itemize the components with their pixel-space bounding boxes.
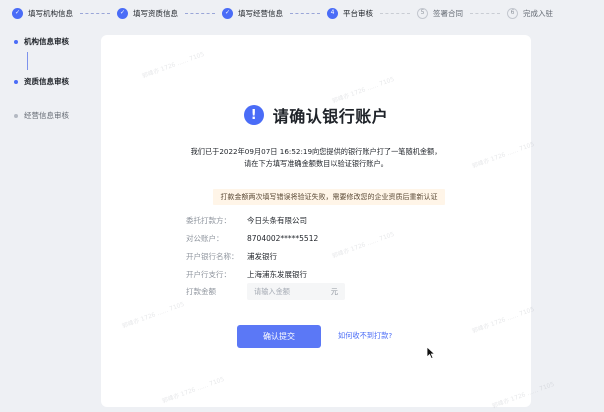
step-number: 6 (507, 7, 518, 19)
amount-input[interactable] (254, 287, 324, 296)
sidebar-item-label: 资质信息审核 (24, 77, 69, 86)
step-label: 填写机构信息 (28, 8, 73, 18)
sidebar-item-institution-review[interactable]: 机构信息审核 (12, 34, 92, 50)
step-complete: 6 完成入驻 (507, 7, 553, 19)
field-label: 对公账户： (186, 234, 224, 243)
sidebar-progress-line (27, 52, 28, 70)
bullet-icon (14, 80, 18, 84)
step-label: 平台审核 (343, 8, 373, 18)
page-title: 请确认银行账户 (272, 107, 389, 126)
sidebar-item-qualification-review[interactable]: 资质信息审核 (12, 74, 92, 90)
step-connector (185, 12, 215, 14)
field-label: 委托打款方： (186, 216, 231, 225)
step-connector (290, 12, 320, 14)
currency-unit: 元 (330, 286, 338, 296)
field-label: 打款金额 (186, 287, 216, 296)
sidebar-item-label: 机构信息审核 (24, 37, 69, 46)
step-label: 填写经营信息 (238, 8, 283, 18)
bank-verify-card: ! 请确认银行账户 我们已于2022年09月07日 16:52:19向您提供的银… (101, 35, 531, 407)
step-platform-review: 4 平台审核 (327, 7, 373, 19)
info-row-payer: 委托打款方： 今日头条有限公司 (186, 212, 318, 230)
step-label: 填写资质信息 (133, 8, 178, 18)
sidebar-item-label: 经营信息审核 (24, 111, 69, 120)
field-value: 上海浦东发展银行 (247, 270, 307, 279)
step-institution-info: ✓ 填写机构信息 (12, 7, 73, 19)
field-label: 开户行支行： (186, 270, 231, 279)
field-label: 开户银行名称： (186, 252, 239, 261)
step-qualification-info: ✓ 填写资质信息 (117, 7, 178, 19)
no-payment-help-link[interactable]: 如何收不到打款? (338, 331, 392, 341)
check-icon: ✓ (12, 7, 23, 19)
bullet-icon (14, 40, 18, 44)
check-icon: ✓ (222, 7, 233, 19)
field-value: 浦发银行 (247, 252, 277, 261)
step-business-info: ✓ 填写经营信息 (222, 7, 283, 19)
sidebar-item-business-review[interactable]: 经营信息审核 (12, 108, 92, 124)
step-number: 4 (327, 7, 338, 19)
field-value: 8704002*****5512 (247, 234, 319, 243)
description-line: 请在下方填写准确金额数目以验证银行账户。 (244, 159, 388, 168)
step-connector (80, 12, 110, 14)
check-icon: ✓ (117, 7, 128, 19)
bullet-icon (14, 114, 18, 118)
step-label: 签署合同 (433, 8, 463, 18)
step-number: 5 (417, 7, 428, 19)
review-sidebar: 机构信息审核 资质信息审核 经营信息审核 (12, 34, 92, 124)
submit-button[interactable]: 确认提交 (237, 325, 321, 348)
warning-notice: 打款金额两次填写错误将验证失败，需要修改您的企业资质后重新认证 (213, 189, 445, 205)
exclamation-icon: ! (243, 105, 264, 125)
step-connector (380, 12, 410, 14)
info-row-account: 对公账户： 8704002*****5512 (186, 230, 318, 248)
amount-row: 打款金额 元 (186, 283, 345, 300)
field-value: 今日头条有限公司 (247, 216, 307, 225)
amount-input-wrapper[interactable]: 元 (247, 283, 345, 300)
step-label: 完成入驻 (523, 8, 553, 18)
verify-description: 我们已于2022年09月07日 16:52:19向您提供的银行账户打了一笔随机金… (161, 146, 471, 170)
description-line: 我们已于2022年09月07日 16:52:19向您提供的银行账户打了一笔随机金… (190, 147, 442, 156)
mouse-cursor-icon (426, 346, 436, 360)
info-row-bank-name: 开户银行名称： 浦发银行 (186, 248, 318, 266)
progress-stepper: ✓ 填写机构信息 ✓ 填写资质信息 ✓ 填写经营信息 4 平台审核 5 签署合同… (0, 0, 604, 26)
account-info: 委托打款方： 今日头条有限公司 对公账户： 8704002*****5512 开… (186, 212, 318, 284)
step-sign-contract: 5 签署合同 (417, 7, 463, 19)
step-connector (470, 12, 500, 14)
card-header: ! 请确认银行账户 (101, 101, 531, 129)
info-row-branch: 开户行支行： 上海浦东发展银行 (186, 266, 318, 284)
